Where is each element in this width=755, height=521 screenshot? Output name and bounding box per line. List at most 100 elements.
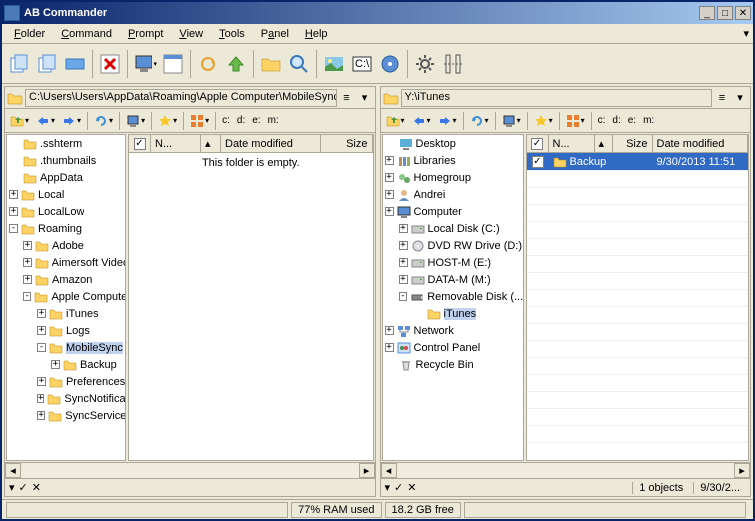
drive-m[interactable]: m: [640,115,657,126]
nav-back-button[interactable]: ▾ [33,111,58,131]
tree-item[interactable]: +Aimersoft Video [7,254,125,271]
menu-view[interactable]: View [171,26,211,42]
col-date[interactable]: Date modified [653,135,749,152]
drive-e[interactable]: e: [249,115,263,126]
col-sort[interactable]: ▴ [595,135,613,152]
tree-item[interactable]: iTunes [383,305,523,322]
tree-item[interactable]: -Apple Computer [7,288,125,305]
x-icon[interactable]: ✕ [32,481,41,494]
tree-item[interactable]: +DVD RW Drive (D:) [383,237,523,254]
copy-button[interactable] [6,48,32,80]
nav-refresh-button[interactable]: ▾ [467,111,492,131]
image-button[interactable] [321,48,347,80]
tree-item[interactable]: +Preferences [7,373,125,390]
tree-item[interactable]: -Roaming [7,220,125,237]
dropdown-icon[interactable]: ▾ [732,90,748,106]
computer-button[interactable]: ▾ [132,48,158,80]
nav-view-button[interactable]: ▾ [563,111,588,131]
filter-dropdown-icon[interactable]: ▾ [385,481,391,494]
dropdown-icon[interactable]: ▾ [357,90,373,106]
tree-item[interactable]: +SyncNotifications [7,390,125,407]
tree-item[interactable]: +DATA-M (M:) [383,271,523,288]
drive-m[interactable]: m: [265,115,282,126]
check-icon[interactable]: ✓ [19,481,28,494]
drive-c[interactable]: c: [595,115,609,126]
terminal-button[interactable]: C:\ [349,48,375,80]
right-tree[interactable]: Desktop+Libraries+Homegroup+Andrei+Compu… [382,134,524,461]
tree-item[interactable]: +iTunes [7,305,125,322]
tree-item[interactable]: +SyncServices [7,407,125,424]
nav-computer-button[interactable]: ▾ [123,111,148,131]
menu-tools[interactable]: Tools [211,26,253,42]
tree-item[interactable]: Recycle Bin [383,356,523,373]
delete-button[interactable] [97,48,123,80]
left-path-input[interactable]: C:\Users\Users\AppData\Roaming\Apple Com… [25,89,337,107]
nav-forward-button[interactable]: ▾ [59,111,84,131]
tree-item[interactable]: +Adobe [7,237,125,254]
tree-item[interactable]: AppData [7,169,125,186]
menu-help[interactable]: Help [297,26,336,42]
disk-button[interactable] [377,48,403,80]
check-icon[interactable]: ✓ [394,481,403,494]
tree-item[interactable]: +Homegroup [383,169,523,186]
tree-item[interactable]: .thumbnails [7,152,125,169]
scroll-left-icon[interactable]: ◂ [5,463,21,478]
tree-item[interactable]: +HOST-M (E:) [383,254,523,271]
search-button[interactable] [286,48,312,80]
nav-refresh-button[interactable]: ▾ [91,111,116,131]
nav-favorites-button[interactable]: ▾ [531,111,556,131]
open-folder-button[interactable] [258,48,284,80]
right-list[interactable]: ✓ N... ▴ Size Date modified ✓Backup9/30/… [526,134,750,461]
left-scrollbar[interactable]: ◂ ▸ [5,462,375,478]
layout-button[interactable] [440,48,466,80]
nav-forward-button[interactable]: ▾ [435,111,460,131]
sync-button[interactable] [195,48,221,80]
col-name[interactable]: N... [549,135,595,152]
nav-favorites-button[interactable]: ▾ [155,111,180,131]
menu-command[interactable]: Command [53,26,120,42]
window-button[interactable] [160,48,186,80]
tree-item[interactable]: -Removable Disk (...) [383,288,523,305]
menu-folder[interactable]: Folder [6,26,53,42]
nav-up-button[interactable]: ▾ [383,111,408,131]
up-button[interactable] [223,48,249,80]
copy2-button[interactable] [34,48,60,80]
list-row[interactable]: ✓Backup9/30/2013 11:51 [527,153,749,170]
col-size[interactable]: Size [613,135,653,152]
col-size[interactable]: Size [321,135,373,152]
list-icon[interactable]: ≡ [714,90,730,106]
tree-item[interactable]: +Backup [7,356,125,373]
tree-item[interactable]: +LocalLow [7,203,125,220]
col-sort[interactable]: ▴ [201,135,221,152]
tree-item[interactable]: Desktop [383,135,523,152]
scroll-left-icon[interactable]: ◂ [381,463,397,478]
scroll-right-icon[interactable]: ▸ [734,463,750,478]
drive-d[interactable]: d: [234,115,248,126]
left-tree[interactable]: .sshterm.thumbnailsAppData+Local+LocalLo… [6,134,126,461]
col-date[interactable]: Date modified [221,135,321,152]
rename-button[interactable] [62,48,88,80]
tree-item[interactable]: +Logs [7,322,125,339]
drive-c[interactable]: c: [219,115,233,126]
drive-e[interactable]: e: [625,115,639,126]
nav-back-button[interactable]: ▾ [409,111,434,131]
tree-item[interactable]: +Amazon [7,271,125,288]
nav-up-button[interactable]: ▾ [7,111,32,131]
tree-item[interactable]: .sshterm [7,135,125,152]
tree-item[interactable]: +Local Disk (C:) [383,220,523,237]
right-path-input[interactable]: Y:\iTunes [401,89,713,107]
tree-item[interactable]: +Local [7,186,125,203]
col-name[interactable]: N... [151,135,201,152]
left-list[interactable]: ✓ N... ▴ Date modified Size This folder … [128,134,374,461]
tree-item[interactable]: +Control Panel [383,339,523,356]
tree-item[interactable]: +Andrei [383,186,523,203]
list-icon[interactable]: ≡ [339,90,355,106]
tree-item[interactable]: +Network [383,322,523,339]
tree-item[interactable]: +Libraries [383,152,523,169]
minimize-button[interactable]: _ [699,6,715,20]
tree-item[interactable]: +Computer [383,203,523,220]
filter-dropdown-icon[interactable]: ▾ [9,481,15,494]
right-scrollbar[interactable]: ◂ ▸ [381,462,751,478]
drive-d[interactable]: d: [609,115,623,126]
scroll-right-icon[interactable]: ▸ [359,463,375,478]
